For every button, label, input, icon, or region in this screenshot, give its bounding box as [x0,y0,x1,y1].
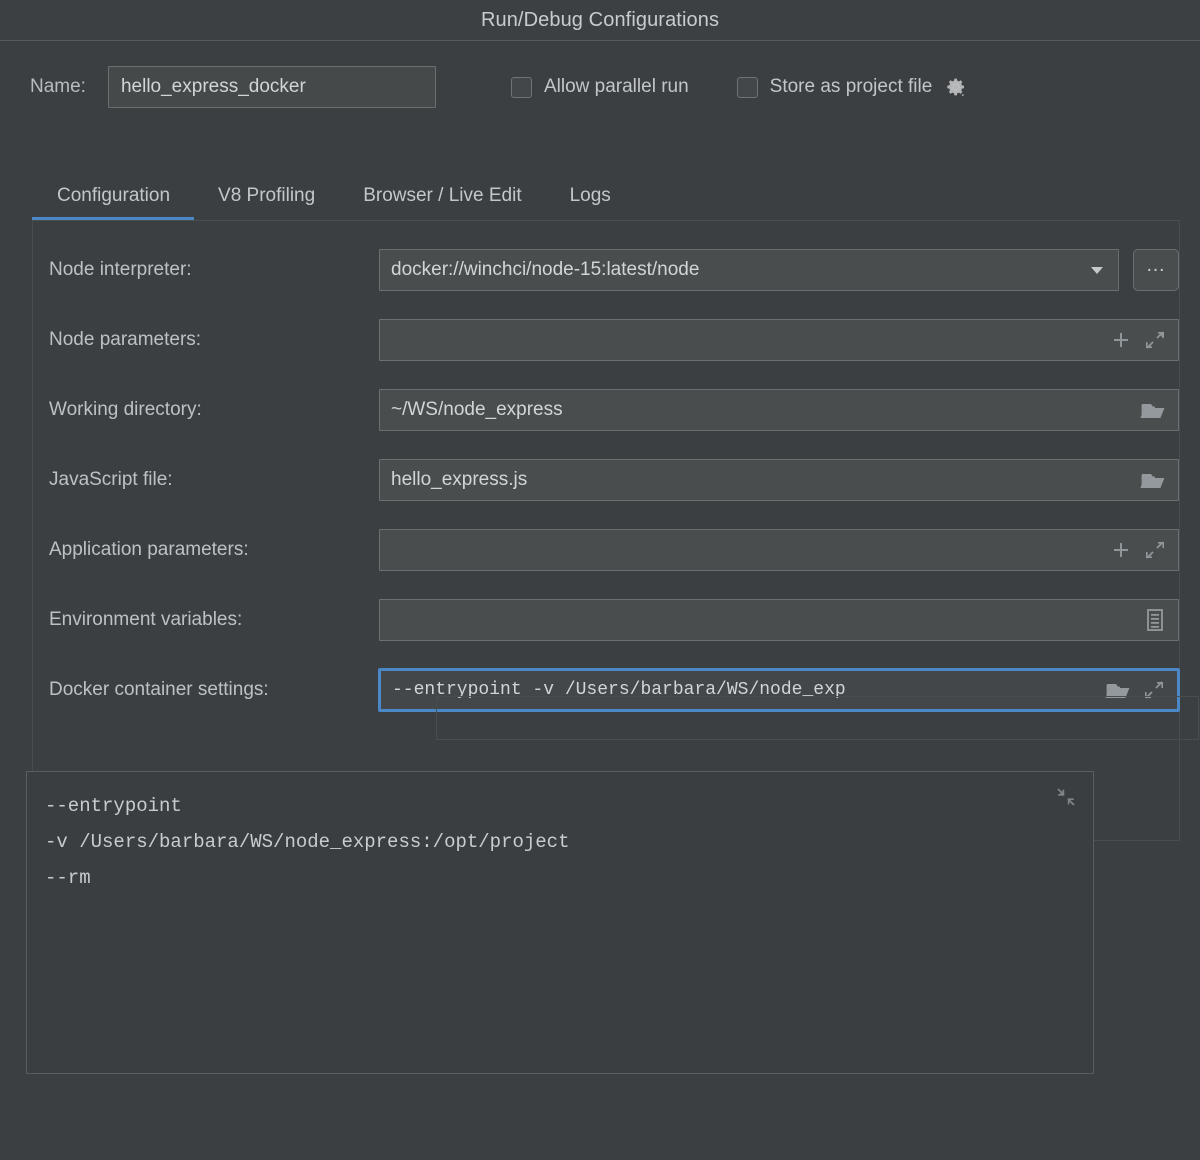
environment-variables-input[interactable] [379,599,1179,641]
browse-button-label: ... [1147,255,1166,277]
dialog-title: Run/Debug Configurations [481,9,719,32]
node-interpreter-value: docker://winchci/node-15:latest/node [380,259,699,281]
folder-icon[interactable] [1140,399,1166,421]
plus-icon[interactable] [1110,539,1132,561]
expand-icon[interactable] [1144,539,1166,561]
form-row-application-parameters: Application parameters: [33,515,1179,585]
node-interpreter-label: Node interpreter: [49,259,379,281]
checkbox-box[interactable] [737,77,758,98]
allow-parallel-run-checkbox[interactable]: Allow parallel run [511,76,689,98]
node-parameters-label: Node parameters: [49,329,379,351]
tab-browser-live-edit[interactable]: Browser / Live Edit [339,185,545,221]
expand-icon[interactable] [1144,329,1166,351]
collapse-icon[interactable] [1055,786,1077,808]
configuration-tabs: Configuration V8 Profiling Browser / Liv… [0,163,1200,221]
popup-line: --rm [45,860,1075,896]
dialog-title-bar: Run/Debug Configurations [0,0,1200,41]
docker-container-settings-expanded-popup[interactable]: --entrypoint -v /Users/barbara/WS/node_e… [26,771,1094,1074]
working-directory-label: Working directory: [49,399,379,421]
javascript-file-input[interactable]: hello_express.js [379,459,1179,501]
tab-label: Logs [570,185,611,206]
configuration-panel: Node interpreter: docker://winchci/node-… [32,221,1180,841]
tab-configuration[interactable]: Configuration [32,185,194,221]
obscured-form-row [436,696,1199,740]
name-row: Name: Allow parallel run Store as projec… [0,47,1200,127]
tab-label: Configuration [57,185,170,206]
working-directory-value: ~/WS/node_express [380,399,563,421]
popup-line: --entrypoint [45,788,1075,824]
node-interpreter-browse-button[interactable]: ... [1133,249,1179,291]
node-parameters-input[interactable] [379,319,1179,361]
working-directory-input[interactable]: ~/WS/node_express [379,389,1179,431]
tab-v8-profiling[interactable]: V8 Profiling [194,185,339,221]
application-parameters-label: Application parameters: [49,539,379,561]
store-as-project-file-label: Store as project file [770,76,933,98]
tab-label: V8 Profiling [218,185,315,206]
chevron-down-icon[interactable] [1088,261,1106,279]
name-label: Name: [30,76,86,98]
form-row-javascript-file: JavaScript file: hello_express.js [33,445,1179,515]
javascript-file-value: hello_express.js [380,469,527,491]
tab-label: Browser / Live Edit [363,185,521,206]
javascript-file-label: JavaScript file: [49,469,379,491]
form-row-working-directory: Working directory: ~/WS/node_express [33,375,1179,445]
node-interpreter-combo[interactable]: docker://winchci/node-15:latest/node [379,249,1119,291]
docker-container-settings-label: Docker container settings: [49,679,379,701]
configuration-name-input[interactable] [108,66,436,108]
store-as-project-file-checkbox[interactable]: Store as project file [737,75,969,99]
list-icon[interactable] [1144,608,1166,632]
popup-line: -v /Users/barbara/WS/node_express:/opt/p… [45,824,1075,860]
environment-variables-label: Environment variables: [49,609,379,631]
plus-icon[interactable] [1110,329,1132,351]
folder-icon[interactable] [1140,469,1166,491]
gear-icon[interactable] [944,75,968,99]
form-row-node-parameters: Node parameters: [33,305,1179,375]
form-row-environment-variables: Environment variables: [33,585,1179,655]
tab-logs[interactable]: Logs [546,185,635,221]
application-parameters-input[interactable] [379,529,1179,571]
checkbox-box[interactable] [511,77,532,98]
form-row-node-interpreter: Node interpreter: docker://winchci/node-… [33,235,1179,305]
allow-parallel-run-label: Allow parallel run [544,76,689,98]
